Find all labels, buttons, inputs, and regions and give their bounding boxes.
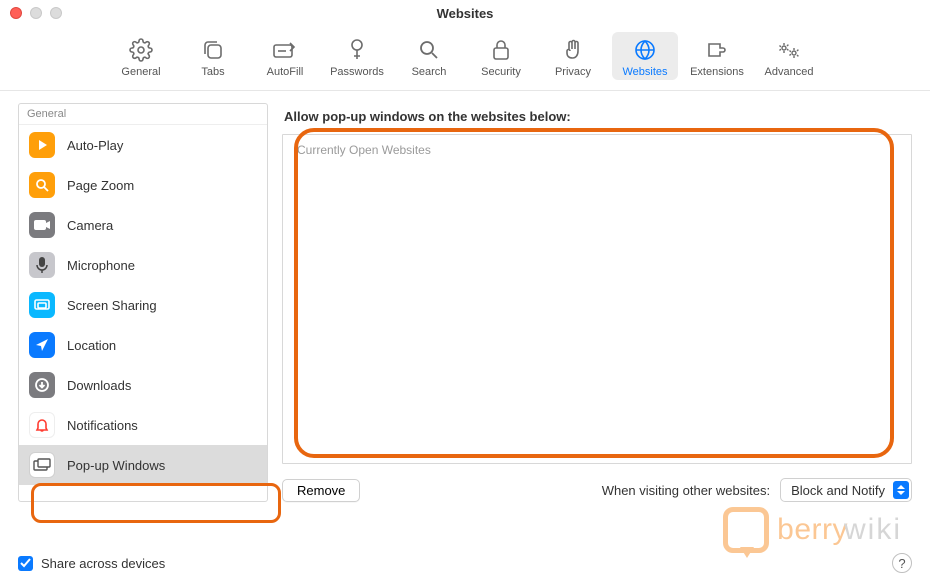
sidebar-item-microphone[interactable]: Microphone xyxy=(19,245,267,285)
sidebar-item-pagezoom[interactable]: Page Zoom xyxy=(19,165,267,205)
tab-tabs[interactable]: Tabs xyxy=(180,32,246,80)
list-section-header: Currently Open Websites xyxy=(283,135,911,165)
chevron-up-down-icon xyxy=(893,481,909,499)
popup-windows-icon xyxy=(29,452,55,478)
search-icon xyxy=(415,36,443,64)
sidebar-item-label: Auto-Play xyxy=(67,138,123,153)
watermark-icon xyxy=(723,507,769,553)
main-panel: Allow pop-up windows on the websites bel… xyxy=(282,103,912,502)
other-websites-select[interactable]: Block and Notify xyxy=(780,478,912,502)
sidebar-item-autoplay[interactable]: Auto-Play xyxy=(19,125,267,165)
tab-label: Extensions xyxy=(690,66,744,78)
other-websites-setting: When visiting other websites: Block and … xyxy=(602,478,912,502)
share-across-devices-checkbox[interactable]: Share across devices xyxy=(18,556,165,571)
tab-advanced[interactable]: Advanced xyxy=(756,32,822,80)
main-footer-row: Remove When visiting other websites: Blo… xyxy=(282,478,912,502)
tab-general[interactable]: General xyxy=(108,32,174,80)
sidebar-item-location[interactable]: Location xyxy=(19,325,267,365)
puzzle-icon xyxy=(703,36,731,64)
sidebar-item-label: Page Zoom xyxy=(67,178,134,193)
tab-label: Security xyxy=(481,66,521,78)
tab-privacy[interactable]: Privacy xyxy=(540,32,606,80)
sidebar-item-label: Microphone xyxy=(67,258,135,273)
tab-extensions[interactable]: Extensions xyxy=(684,32,750,80)
hand-icon xyxy=(559,36,587,64)
preferences-toolbar: General Tabs AutoFill Passwords Search S… xyxy=(0,26,930,91)
microphone-icon xyxy=(29,252,55,278)
sidebar-section-header: General xyxy=(19,104,267,125)
gear-icon xyxy=(127,36,155,64)
other-websites-label: When visiting other websites: xyxy=(602,483,770,498)
sidebar-item-label: Notifications xyxy=(67,418,138,433)
tab-label: Passwords xyxy=(330,66,384,78)
globe-icon xyxy=(631,36,659,64)
checkmark-icon xyxy=(18,556,33,571)
tab-label: Search xyxy=(412,66,447,78)
play-icon xyxy=(29,132,55,158)
main-heading: Allow pop-up windows on the websites bel… xyxy=(284,109,912,124)
bottom-bar: Share across devices ? xyxy=(18,553,912,573)
websites-sidebar: General Auto-Play Page Zoom Camera Micro… xyxy=(18,103,268,502)
tab-passwords[interactable]: Passwords xyxy=(324,32,390,80)
sidebar-item-label: Location xyxy=(67,338,116,353)
camera-icon xyxy=(29,212,55,238)
sidebar-item-camera[interactable]: Camera xyxy=(19,205,267,245)
websites-list[interactable]: Currently Open Websites xyxy=(282,134,912,464)
sidebar-item-screenshare[interactable]: Screen Sharing xyxy=(19,285,267,325)
tab-search[interactable]: Search xyxy=(396,32,462,80)
tab-label: General xyxy=(121,66,160,78)
sidebar-item-popup[interactable]: Pop-up Windows xyxy=(19,445,267,485)
sidebar-item-label: Screen Sharing xyxy=(67,298,157,313)
tab-label: AutoFill xyxy=(267,66,304,78)
help-button[interactable]: ? xyxy=(892,553,912,573)
watermark-text-b: wiki xyxy=(844,513,902,546)
tab-label: Privacy xyxy=(555,66,591,78)
tab-security[interactable]: Security xyxy=(468,32,534,80)
key-icon xyxy=(343,36,371,64)
remove-button[interactable]: Remove xyxy=(282,479,360,502)
sidebar-item-label: Pop-up Windows xyxy=(67,458,165,473)
download-icon xyxy=(29,372,55,398)
sidebar-item-notifications[interactable]: Notifications xyxy=(19,405,267,445)
select-value: Block and Notify xyxy=(791,483,885,498)
content-area: General Auto-Play Page Zoom Camera Micro… xyxy=(0,91,930,512)
location-icon xyxy=(29,332,55,358)
titlebar: Websites xyxy=(0,0,930,26)
tab-label: Tabs xyxy=(201,66,224,78)
tabs-icon xyxy=(199,36,227,64)
window-title: Websites xyxy=(0,6,930,21)
lock-icon xyxy=(487,36,515,64)
tab-autofill[interactable]: AutoFill xyxy=(252,32,318,80)
watermark-text-a: berry xyxy=(777,513,848,546)
tab-websites[interactable]: Websites xyxy=(612,32,678,80)
watermark: berrywiki xyxy=(723,507,902,553)
tab-label: Advanced xyxy=(765,66,814,78)
screen-share-icon xyxy=(29,292,55,318)
zoom-icon xyxy=(29,172,55,198)
sidebar-item-downloads[interactable]: Downloads xyxy=(19,365,267,405)
pencil-box-icon xyxy=(271,36,299,64)
share-label: Share across devices xyxy=(41,556,165,571)
tab-label: Websites xyxy=(622,66,667,78)
gears-icon xyxy=(775,36,803,64)
sidebar-item-label: Camera xyxy=(67,218,113,233)
sidebar-item-label: Downloads xyxy=(67,378,131,393)
bell-icon xyxy=(29,412,55,438)
